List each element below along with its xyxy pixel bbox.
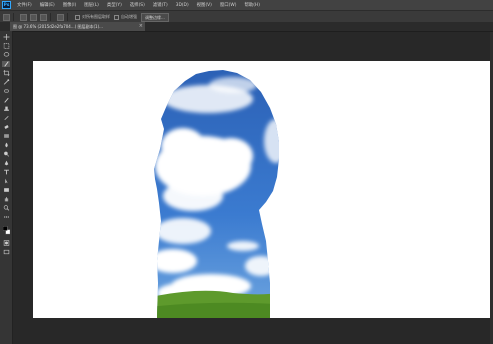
close-icon[interactable]: × [139, 22, 143, 31]
color-swatches-icon[interactable] [2, 224, 10, 236]
quick-selection-tool-icon[interactable] [2, 61, 10, 67]
quick-mask-icon[interactable] [2, 240, 10, 246]
menu-window[interactable]: 窗口(W) [216, 2, 241, 8]
screen-mode-icon[interactable] [2, 249, 10, 255]
type-tool-icon[interactable] [2, 169, 10, 175]
head-silhouette-image [154, 70, 279, 318]
crop-tool-icon[interactable] [2, 70, 10, 76]
document-canvas[interactable] [33, 61, 493, 318]
menu-image[interactable]: 图像(I) [59, 2, 81, 8]
separator [67, 13, 68, 21]
menu-edit[interactable]: 编辑(E) [36, 2, 59, 8]
menu-select[interactable]: 选择(S) [126, 2, 149, 8]
sample-all-layers-checkbox[interactable] [75, 14, 80, 20]
refine-edge-button[interactable]: 调整边缘... [141, 12, 169, 22]
move-tool-icon[interactable] [2, 34, 10, 40]
document-tab[interactable]: 图 @ 73.6% (2015d2e2fa704...) 图层副本(1)... … [10, 22, 145, 31]
history-brush-tool-icon[interactable] [2, 115, 10, 121]
blur-tool-icon[interactable] [2, 142, 10, 148]
subtract-selection-icon[interactable] [40, 13, 47, 21]
document-tab-bar: 图 @ 73.6% (2015d2e2fa704...) 图层副本(1)... … [0, 22, 493, 32]
marquee-tool-icon[interactable] [2, 43, 10, 49]
separator [13, 13, 14, 21]
menu-view[interactable]: 视图(V) [193, 2, 216, 8]
separator [50, 13, 51, 21]
auto-enhance-checkbox[interactable] [114, 14, 119, 20]
auto-enhance-label: 自动增强 [121, 14, 137, 19]
eraser-tool-icon[interactable] [2, 124, 10, 130]
dodge-tool-icon[interactable] [2, 151, 10, 157]
menu-filter[interactable]: 滤镜(T) [149, 2, 172, 8]
shape-tool-icon[interactable] [2, 187, 10, 193]
photoshop-logo: Ps [2, 1, 11, 9]
menu-file[interactable]: 文件(F) [13, 2, 36, 8]
eyedropper-tool-icon[interactable] [2, 79, 10, 85]
brush-size-icon[interactable] [57, 13, 64, 21]
clone-stamp-tool-icon[interactable] [2, 106, 10, 112]
menu-type[interactable]: 类型(Y) [103, 2, 126, 8]
quick-selection-tool-icon[interactable] [3, 13, 10, 21]
hand-tool-icon[interactable] [2, 196, 10, 202]
new-selection-icon[interactable] [20, 13, 27, 21]
canvas-area[interactable] [13, 32, 493, 344]
menu-layer[interactable]: 图层(L) [80, 2, 103, 8]
add-to-selection-icon[interactable] [30, 13, 37, 21]
tools-panel [0, 31, 13, 344]
zoom-tool-icon[interactable] [2, 205, 10, 211]
menu-help[interactable]: 帮助(H) [240, 2, 264, 8]
healing-brush-tool-icon[interactable] [2, 88, 10, 94]
sample-all-layers-label: 对所有图层取样 [82, 14, 110, 19]
path-selection-tool-icon[interactable] [2, 178, 10, 184]
more-tools-icon[interactable] [2, 214, 10, 220]
document-tab-title: 图 @ 73.6% (2015d2e2fa704...) 图层副本(1)... [13, 24, 103, 29]
lasso-tool-icon[interactable] [2, 52, 10, 58]
gradient-tool-icon[interactable] [2, 133, 10, 139]
menu-bar: Ps 文件(F) 编辑(E) 图像(I) 图层(L) 类型(Y) 选择(S) 滤… [0, 0, 493, 10]
pen-tool-icon[interactable] [2, 160, 10, 166]
brush-tool-icon[interactable] [2, 97, 10, 103]
menu-3d[interactable]: 3D(D) [172, 3, 193, 8]
